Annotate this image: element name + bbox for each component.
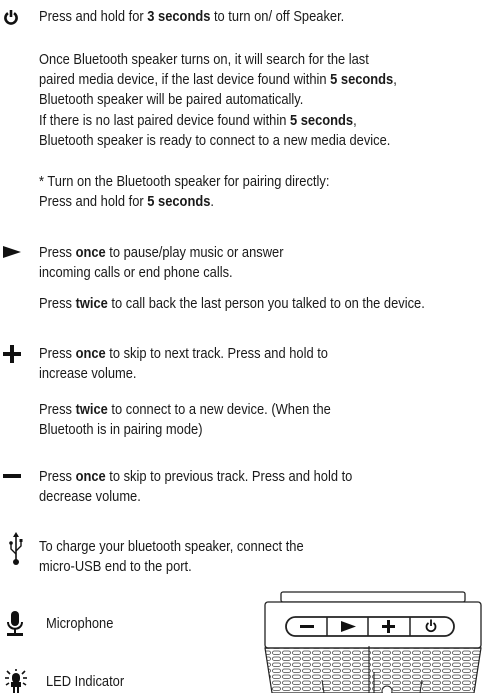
microphone-label: Microphone [46,615,114,632]
minus-line-2: decrease volume. [39,488,141,505]
plus-line-1: Press once to skip to next track. Press … [39,345,328,362]
plus-line-4: Bluetooth is in pairing mode) [39,421,203,438]
plus-icon [3,345,21,363]
usb-line-1: To charge your bluetooth speaker, connec… [39,538,304,555]
speaker-device-illustration [264,591,482,693]
plus-line-2: increase volume. [39,365,137,382]
play-icon [3,246,21,258]
play-line-2: incoming calls or end phone calls. [39,264,233,281]
power-para-line-2: paired media device, if the last device … [39,71,397,88]
pairing-note-heading: * Turn on the Bluetooth speaker for pair… [39,173,330,190]
plus-line-3: Press twice to connect to a new device. … [39,401,331,418]
speaker-grille [264,647,482,693]
play-line-1: Press once to pause/play music or answer [39,244,284,261]
power-icon [4,10,18,25]
led-label: LED Indicator [46,673,125,690]
play-line-3: Press twice to call back the last person… [39,295,425,312]
minus-button [300,625,314,628]
power-para-line-3: Bluetooth speaker will be paired automat… [39,91,304,108]
power-line-1: Press and hold for 3 seconds to turn on/… [39,8,345,25]
pairing-note-line: Press and hold for 5 seconds. [39,193,214,210]
power-para-line-5: Bluetooth speaker is ready to connect to… [39,132,391,149]
minus-line-1: Press once to skip to previous track. Pr… [39,468,353,485]
speaker-top-plate [280,591,466,603]
led-icon [5,669,27,693]
minus-icon [3,474,21,478]
power-para-line-1: Once Bluetooth speaker turns on, it will… [39,51,369,68]
usb-line-2: micro-USB end to the port. [39,558,192,575]
power-para-line-4: If there is no last paired device found … [39,112,357,129]
usb-icon [9,532,23,565]
microphone-icon [7,611,23,636]
